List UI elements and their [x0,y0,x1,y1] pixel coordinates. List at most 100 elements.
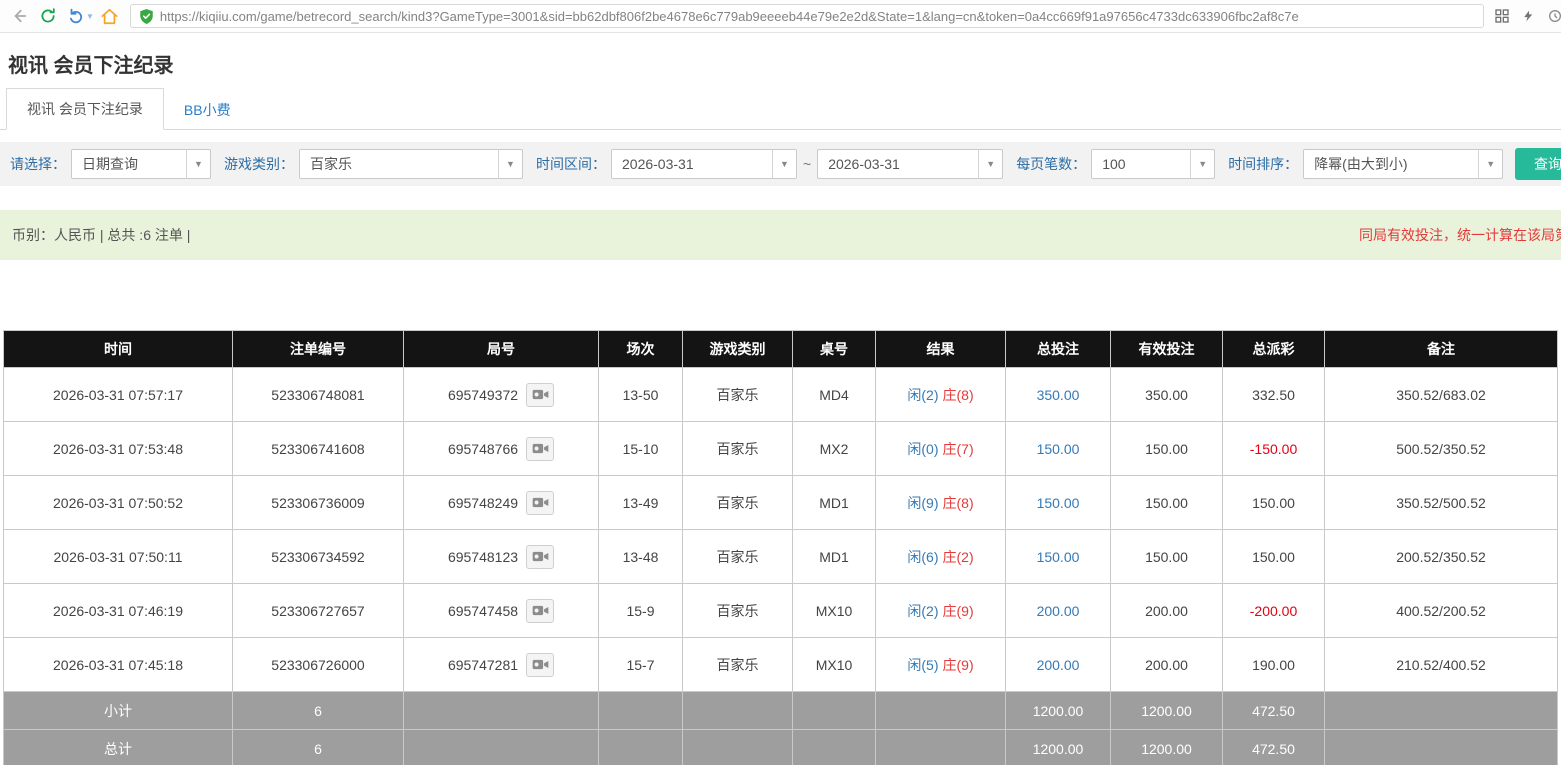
total-bet-link[interactable]: 200.00 [1037,657,1080,673]
home-icon [100,7,119,26]
chevron-down-icon: ▼ [1478,150,1502,178]
date-from-select[interactable]: 2026-03-31 ▼ [611,149,797,179]
cell-payout: -150.00 [1223,422,1325,476]
col-header-payout: 总派彩 [1223,331,1325,368]
round-number: 695748123 [448,549,518,565]
cell-result: 闲(9)庄(8) [876,476,1006,530]
cell-table-no: MX2 [793,422,876,476]
col-header-valid-bet: 有效投注 [1111,331,1223,368]
col-header-session: 场次 [599,331,683,368]
cell-bet-id: 523306748081 [233,368,404,422]
round-number: 695747281 [448,657,518,673]
partial-toolbar-icon[interactable] [1547,8,1561,24]
video-replay-button[interactable] [526,491,554,515]
cell-session: 15-10 [599,422,683,476]
query-type-select[interactable]: 日期查询 ▼ [71,149,211,179]
result-banker: 庄(8) [943,495,974,511]
address-bar[interactable]: https://kiqiiu.com/game/betrecord_search… [130,4,1484,28]
cell-round: 695748766 [404,422,599,476]
result-banker: 庄(9) [943,603,974,619]
col-header-result: 结果 [876,331,1006,368]
round-number: 695748766 [448,441,518,457]
cell-table-no: MX10 [793,584,876,638]
cell-game-type: 百家乐 [683,368,793,422]
cell-valid-bet: 350.00 [1111,368,1223,422]
cell-payout: 150.00 [1223,476,1325,530]
cell-total-bet: 200.00 [1006,638,1111,692]
round-number: 695749372 [448,387,518,403]
cell-round: 695748249 [404,476,599,530]
cell-table-no: MD1 [793,476,876,530]
cell-game-type: 百家乐 [683,476,793,530]
empty-cell [876,692,1006,730]
cell-total-bet: 150.00 [1006,476,1111,530]
lightning-icon[interactable] [1522,8,1535,24]
total-bet-link[interactable]: 150.00 [1037,441,1080,457]
search-button[interactable]: 查询 [1515,148,1561,180]
chevron-down-icon: ▼ [1190,150,1214,178]
filter-bar: 请选择： 日期查询 ▼ 游戏类别： 百家乐 ▼ 时间区间： 2026-03-31… [0,142,1561,186]
cell-time: 2026-03-31 07:45:18 [4,638,233,692]
back-button[interactable] [6,3,34,29]
cell-time: 2026-03-31 07:53:48 [4,422,233,476]
cell-bet-id: 523306736009 [233,476,404,530]
col-header-table-no: 桌号 [793,331,876,368]
total-bet-link[interactable]: 150.00 [1037,495,1080,511]
video-replay-button[interactable] [526,437,554,461]
cell-bet-id: 523306726000 [233,638,404,692]
page-size-select[interactable]: 100 ▼ [1091,149,1215,179]
video-camera-icon [532,496,549,509]
video-camera-icon [532,658,549,671]
result-player: 闲(0) [907,441,938,457]
page-size-value: 100 [1092,156,1190,172]
total-label: 总计 [4,730,233,765]
cell-game-type: 百家乐 [683,638,793,692]
cell-payout: -200.00 [1223,584,1325,638]
undo-icon [67,7,85,25]
total-valid-bet: 1200.00 [1111,730,1223,765]
cell-payout: 150.00 [1223,530,1325,584]
cell-valid-bet: 200.00 [1111,638,1223,692]
home-button[interactable] [96,3,124,29]
tab-bb-tip[interactable]: BB小费 [164,90,251,130]
video-replay-button[interactable] [526,383,554,407]
game-type-select[interactable]: 百家乐 ▼ [299,149,523,179]
col-header-remark: 备注 [1325,331,1558,368]
cell-game-type: 百家乐 [683,422,793,476]
chevron-down-icon: ▼ [186,150,210,178]
cell-valid-bet: 150.00 [1111,422,1223,476]
col-header-time: 时间 [4,331,233,368]
page-title: 视讯 会员下注纪录 [0,33,1561,90]
cell-remark: 200.52/350.52 [1325,530,1558,584]
empty-cell [599,692,683,730]
video-replay-button[interactable] [526,599,554,623]
total-bet-link[interactable]: 350.00 [1037,387,1080,403]
result-player: 闲(2) [907,387,938,403]
date-from-value: 2026-03-31 [612,156,772,172]
security-shield-icon [139,8,154,25]
date-to-select[interactable]: 2026-03-31 ▼ [817,149,1003,179]
tab-bet-records[interactable]: 视讯 会员下注纪录 [6,88,164,130]
apps-grid-icon[interactable] [1494,8,1510,24]
undo-dropdown-caret[interactable]: ▼ [86,12,94,21]
video-replay-button[interactable] [526,545,554,569]
table-row: 2026-03-31 07:53:48 523306741608 6957487… [4,422,1558,476]
empty-cell [599,730,683,765]
table-body: 2026-03-31 07:57:17 523306748081 6957493… [4,368,1558,692]
refresh-button[interactable] [34,3,62,29]
cell-session: 13-50 [599,368,683,422]
cell-round: 695748123 [404,530,599,584]
cell-bet-id: 523306734592 [233,530,404,584]
back-icon [11,7,29,25]
video-replay-button[interactable] [526,653,554,677]
empty-cell [1325,730,1558,765]
video-camera-icon [532,388,549,401]
cell-time: 2026-03-31 07:57:17 [4,368,233,422]
total-bet-link[interactable]: 150.00 [1037,549,1080,565]
cell-game-type: 百家乐 [683,530,793,584]
cell-session: 13-49 [599,476,683,530]
total-bet-link[interactable]: 200.00 [1037,603,1080,619]
cell-remark: 350.52/500.52 [1325,476,1558,530]
sort-order-select[interactable]: 降幂(由大到小) ▼ [1303,149,1503,179]
refresh-icon [39,7,57,25]
